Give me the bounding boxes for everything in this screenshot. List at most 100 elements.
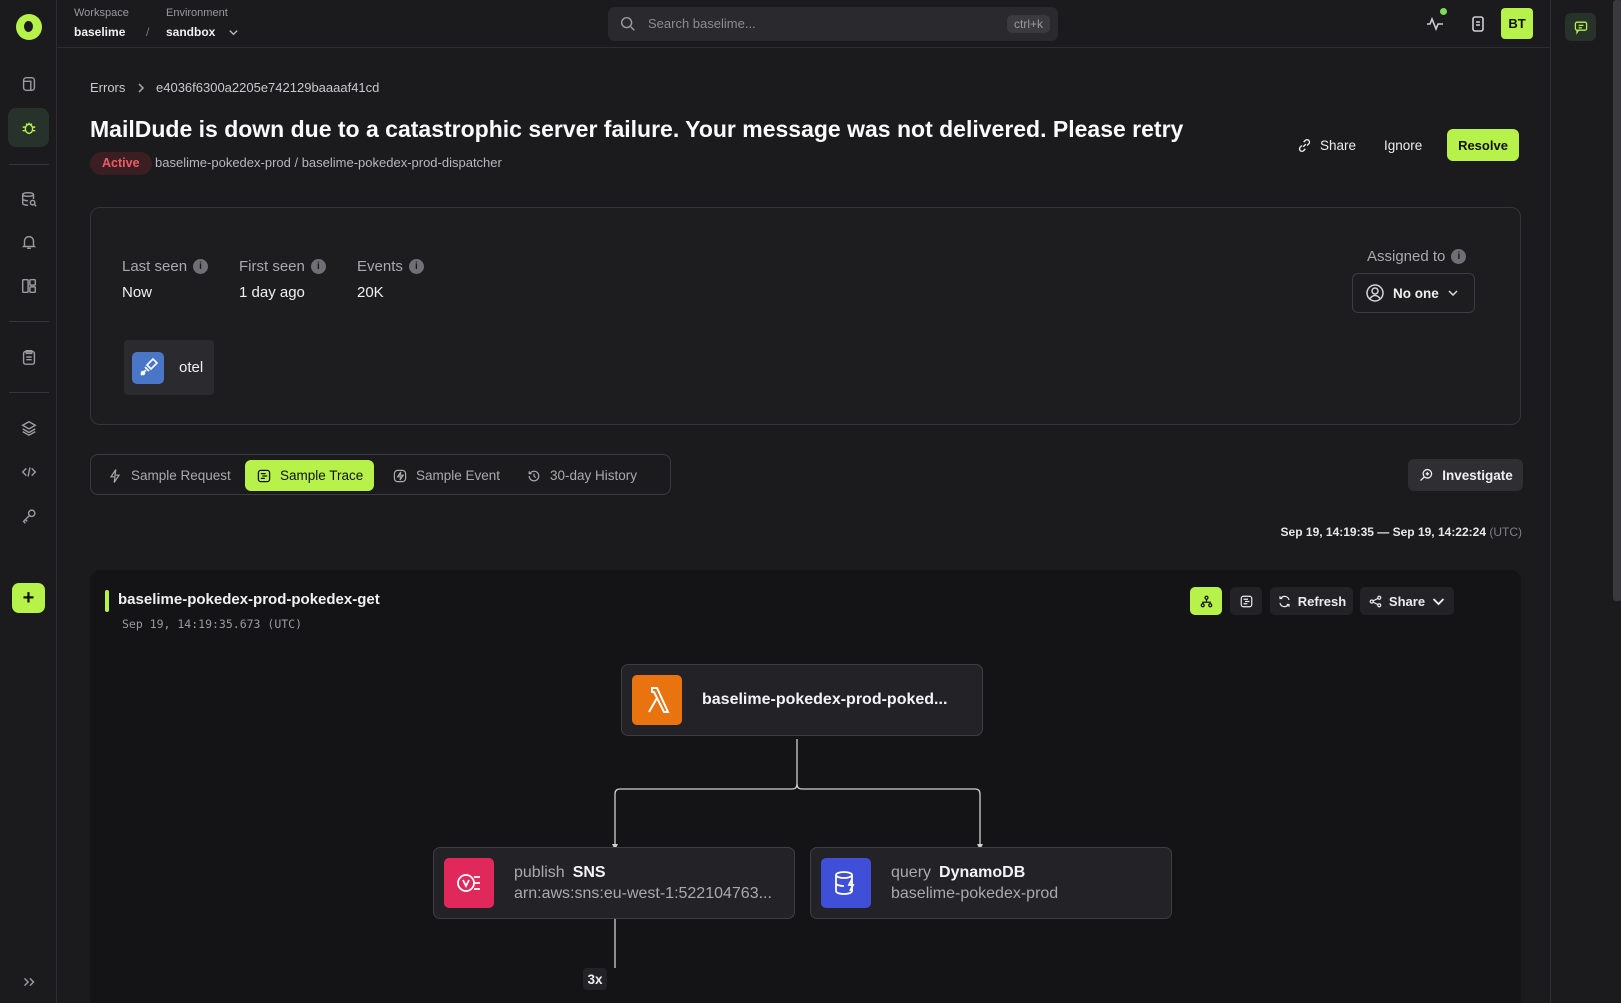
breadcrumb-error-id: e4036f6300a2205e742129baaaaf41cd — [156, 80, 380, 95]
nav-key-icon[interactable] — [8, 496, 49, 535]
bolt-icon — [109, 468, 121, 483]
expand-sidebar-chevrons-icon[interactable] — [8, 962, 49, 1001]
source-label: otel — [179, 359, 204, 376]
info-icon[interactable]: i — [193, 259, 209, 274]
error-summary-card: Last seen i Now First seen i 1 day ago E… — [90, 207, 1521, 425]
time-range: Sep 19, 14:19:35 — Sep 19, 14:22:24 (UTC… — [1281, 525, 1522, 539]
nav-code-icon[interactable] — [8, 452, 49, 491]
environment-selector[interactable]: sandbox — [166, 25, 215, 39]
resolve-button[interactable]: Resolve — [1447, 129, 1519, 161]
trace-panel: baselime-pokedex-prod-pokedex-get Sep 19… — [90, 570, 1521, 1003]
trace-node-dynamodb-query[interactable]: query DynamoDB baselime-pokedex-prod — [810, 847, 1172, 919]
last-seen-label-text: Last seen — [122, 258, 188, 275]
docs-icon[interactable] — [1468, 14, 1488, 34]
trace-icon — [257, 469, 271, 482]
investigate-icon — [1420, 468, 1433, 481]
baselime-logo[interactable] — [16, 14, 42, 40]
breadcrumb-chevron-right-icon — [138, 83, 145, 93]
events-value: 20K — [357, 284, 384, 301]
tab-sample-event-label: Sample Event — [416, 468, 501, 483]
link-icon — [1298, 138, 1311, 152]
sns-topic-arn: arn:aws:sns:eu-west-1:522104763... — [514, 884, 772, 902]
dynamodb-table: baselime-pokedex-prod — [891, 884, 1059, 902]
tab-sample-trace-label: Sample Trace — [280, 468, 364, 483]
event-icon — [393, 469, 407, 482]
status-badge: Active — [90, 152, 152, 175]
investigate-button[interactable]: Investigate — [1408, 459, 1523, 491]
breadcrumb-separator: / — [146, 25, 150, 39]
nav-query-database-icon[interactable] — [8, 179, 49, 218]
search-icon — [620, 16, 635, 31]
service-path: baselime-pokedex-prod / baselime-pokedex… — [155, 155, 502, 170]
first-seen-value: 1 day ago — [239, 284, 305, 301]
activity-pulse-icon[interactable] — [1425, 14, 1445, 34]
info-icon[interactable]: i — [408, 259, 424, 274]
page-title: MailDude is down due to a catastrophic s… — [90, 116, 1184, 142]
search-bar[interactable]: Search baselime... ctrl+k — [608, 7, 1058, 41]
sns-service: SNS — [572, 863, 606, 881]
feedback-chat-icon[interactable] — [1565, 13, 1596, 41]
workspace-label: Workspace — [74, 7, 129, 19]
nav-errors-bug-icon[interactable] — [8, 108, 49, 147]
chevron-down-icon — [1448, 290, 1458, 297]
right-rail — [1550, 0, 1621, 1003]
add-plus-icon[interactable]: + — [12, 583, 45, 613]
main-content: Errors e4036f6300a2205e742129baaaaf41cd … — [57, 48, 1550, 1003]
tab-sample-request-label: Sample Request — [131, 468, 231, 483]
first-seen-label-text: First seen — [239, 258, 305, 275]
nav-clipboard-icon[interactable] — [8, 337, 49, 376]
trace-node-lambda[interactable]: baselime-pokedex-prod-poked... — [621, 664, 983, 736]
top-bar: Workspace baselime / Environment sandbox… — [57, 0, 1550, 48]
dynamodb-service: DynamoDB — [939, 863, 1026, 881]
history-icon — [528, 470, 540, 481]
opentelemetry-icon — [132, 351, 164, 384]
assignee-value: No one — [1393, 285, 1439, 301]
nav-home-icon[interactable] — [8, 64, 49, 103]
first-seen-label: First seen i — [239, 258, 326, 275]
nav-divider — [9, 164, 49, 165]
left-nav: + — [0, 0, 57, 1003]
lambda-node-label: baselime-pokedex-prod-poked... — [702, 691, 948, 708]
sns-operation: publish — [514, 863, 565, 881]
aws-lambda-icon — [632, 675, 682, 725]
tab-sample-request[interactable]: Sample Request — [96, 460, 242, 491]
assigned-to-label-text: Assigned to — [1367, 248, 1446, 265]
search-input[interactable]: Search baselime... — [648, 16, 756, 31]
tab-30-day-history[interactable]: 30-day History — [515, 460, 648, 491]
time-range-text: Sep 19, 14:19:35 — Sep 19, 14:22:24 — [1280, 525, 1486, 539]
user-circle-icon — [1366, 284, 1384, 302]
assignee-dropdown[interactable]: No one — [1352, 273, 1475, 313]
info-icon[interactable]: i — [310, 259, 326, 274]
aws-sns-icon — [444, 858, 494, 908]
ignore-label: Ignore — [1384, 137, 1423, 153]
source-tag-otel[interactable]: otel — [124, 340, 214, 395]
workspace-selector[interactable]: baselime — [74, 25, 125, 39]
page-scrollbar[interactable] — [1613, 0, 1621, 601]
share-button[interactable]: Share — [1296, 129, 1356, 161]
user-avatar[interactable]: BT — [1501, 8, 1533, 39]
dynamodb-operation: query — [891, 863, 932, 881]
environment-label: Environment — [166, 7, 228, 19]
nav-layers-icon[interactable] — [8, 408, 49, 447]
tab-sample-event[interactable]: Sample Event — [381, 460, 511, 491]
environment-chevron-down-icon[interactable] — [228, 27, 239, 38]
assigned-to-label: Assigned to i — [1367, 248, 1467, 265]
info-icon[interactable]: i — [1451, 249, 1467, 264]
tab-sample-trace[interactable]: Sample Trace — [245, 460, 375, 491]
breadcrumb-errors-link[interactable]: Errors — [90, 80, 125, 95]
trace-node-sns-publish[interactable]: publish SNS arn:aws:sns:eu-west-1:5221047… — [433, 847, 795, 919]
trace-edges — [612, 739, 983, 968]
search-shortcut: ctrl+k — [1006, 15, 1050, 33]
tab-30-day-history-label: 30-day History — [550, 468, 638, 483]
app-root: + Workspace baselime / Environment sandb… — [0, 0, 1621, 1003]
investigate-label: Investigate — [1442, 467, 1513, 483]
nav-alerts-bell-icon[interactable] — [8, 222, 49, 261]
call-multiplier-badge: 3x — [583, 968, 607, 990]
last-seen-value: Now — [122, 284, 153, 301]
nav-dashboards-icon[interactable] — [8, 266, 49, 305]
events-label-text: Events — [357, 258, 403, 275]
nav-divider — [9, 392, 49, 393]
nav-divider — [9, 321, 49, 322]
time-range-tz: (UTC) — [1489, 525, 1522, 539]
ignore-button[interactable]: Ignore — [1384, 129, 1422, 161]
